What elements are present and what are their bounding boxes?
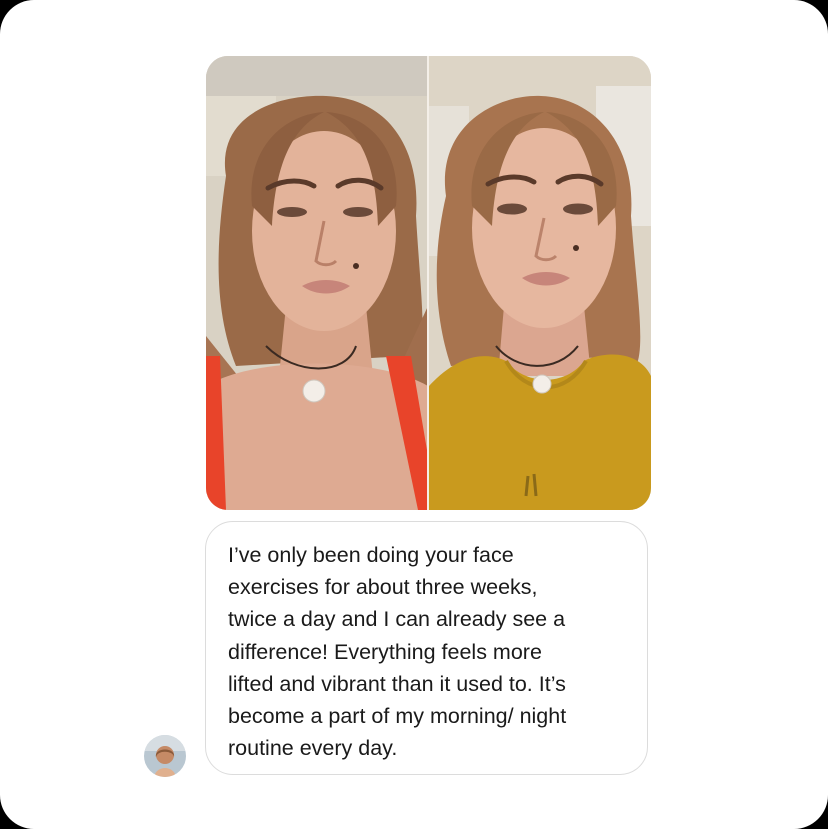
message-bubble[interactable]: I’ve only been doing your face exercises…	[205, 521, 648, 775]
after-panel	[429, 56, 651, 510]
avatar-image	[144, 735, 186, 777]
message-text: I’ve only been doing your face exercises…	[228, 543, 567, 761]
before-panel	[206, 56, 428, 510]
before-after-photo[interactable]	[206, 56, 651, 510]
avatar[interactable]	[144, 735, 186, 777]
chat-card: I’ve only been doing your face exercises…	[0, 0, 828, 829]
before-after-image	[206, 56, 651, 510]
